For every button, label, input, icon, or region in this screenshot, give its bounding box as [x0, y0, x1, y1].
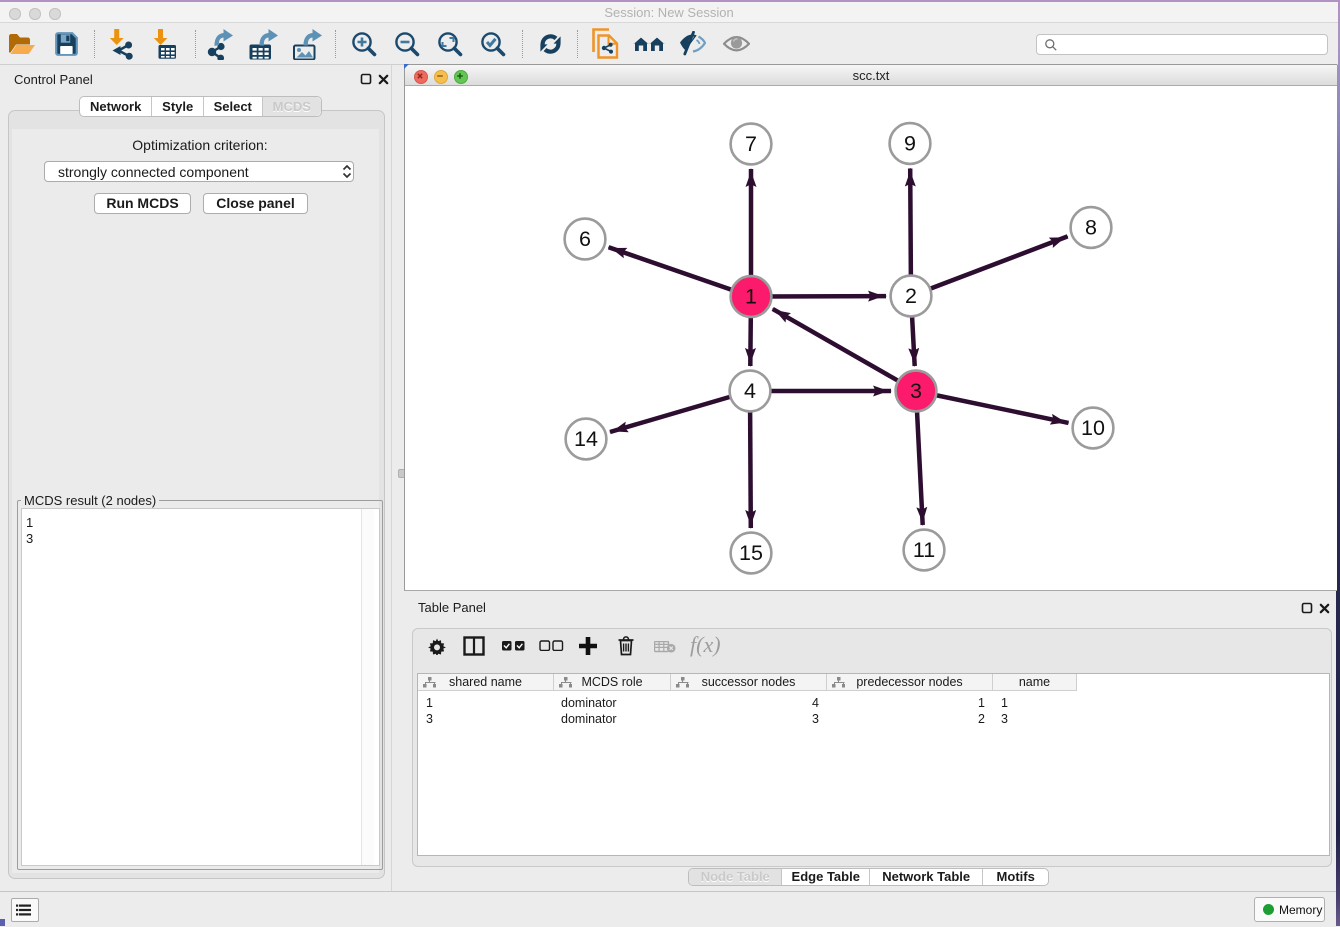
svg-text:1: 1: [745, 285, 757, 309]
svg-text:15: 15: [739, 541, 763, 565]
svg-text:2: 2: [905, 284, 917, 308]
svg-text:11: 11: [913, 538, 935, 562]
svg-text:8: 8: [1085, 216, 1097, 240]
svg-text:3: 3: [910, 379, 922, 403]
svg-text:7: 7: [745, 132, 757, 156]
svg-text:9: 9: [904, 132, 916, 156]
svg-text:4: 4: [744, 379, 756, 403]
svg-text:14: 14: [574, 427, 598, 451]
svg-text:6: 6: [579, 227, 591, 251]
svg-text:10: 10: [1081, 416, 1105, 440]
